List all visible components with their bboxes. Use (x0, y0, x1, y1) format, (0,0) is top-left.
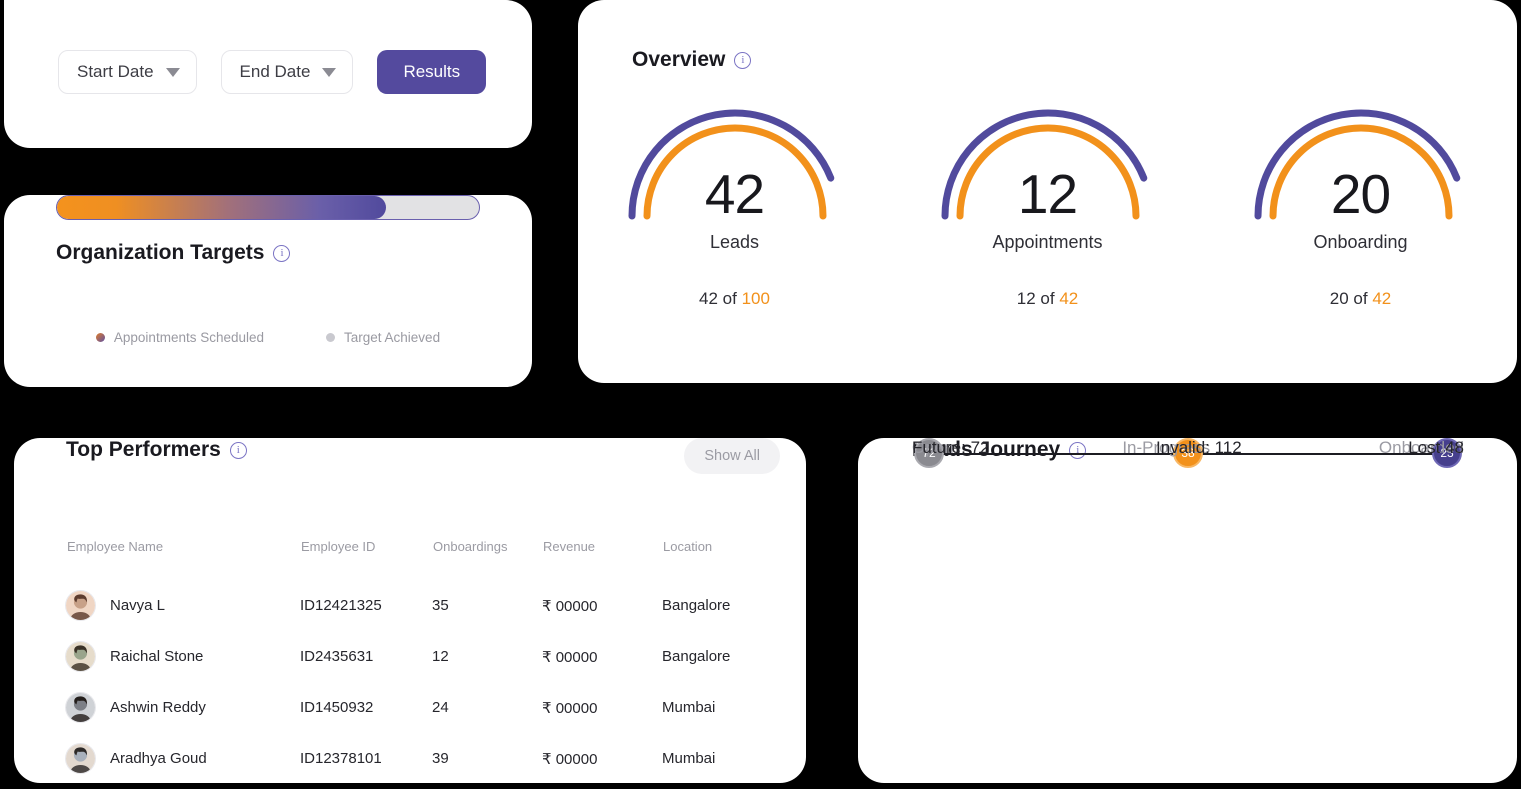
cell-location: Bangalore (662, 648, 731, 665)
avatar (66, 693, 95, 722)
cell-revenue: ₹ 00000 (542, 750, 598, 768)
employee-name-text: Aradhya Goud (110, 750, 207, 767)
legend-label: Target Achieved (344, 330, 441, 345)
employee-name-text: Raichal Stone (110, 648, 204, 665)
start-date-label: Start Date (77, 62, 154, 81)
results-button[interactable]: Results (377, 50, 487, 94)
chevron-down-icon (322, 67, 337, 77)
filter-row: Start Date End Date Results (4, 0, 532, 94)
stat-invalid: Invalid: 112 (1156, 438, 1242, 457)
employee-name-text: Navya L (110, 597, 166, 614)
gauge-ratio-total: 42 (1059, 289, 1079, 308)
organization-targets-progress-bar[interactable] (56, 195, 480, 220)
cell-revenue: ₹ 00000 (542, 699, 598, 717)
cell-employee-id: ID12378101 (300, 750, 382, 767)
gauge-ratio: 42 of 100 (699, 289, 770, 309)
column-header-employee-name: Employee Name (67, 539, 164, 554)
gauge-leads: 42 Leads 42 of 100 (578, 98, 891, 309)
column-header-onboardings: Onboardings (433, 539, 508, 554)
gauge-arc-wrapper: 42 (617, 98, 853, 222)
legend-item-appointments-scheduled: Appointments Scheduled (95, 330, 265, 345)
gauge-ratio-total: 42 (1372, 289, 1392, 308)
cell-employee-id: ID2435631 (300, 648, 374, 665)
end-date-label: End Date (239, 62, 311, 81)
legend-label: Appointments Scheduled (113, 330, 265, 345)
cell-revenue: ₹ 00000 (542, 597, 598, 615)
overview-gauges: 42 Leads 42 of 100 12 Appointments 12 of… (578, 98, 1517, 309)
title-text: Organization Targets (56, 241, 265, 264)
overview-title: Overview i (632, 48, 752, 72)
gauge-value: 42 (704, 163, 765, 225)
cell-employee-name: Navya L (66, 580, 300, 631)
gauge-ratio: 20 of 42 (1330, 289, 1391, 309)
top-performers-table: Employee Name Employee ID Onboardings Re… (66, 538, 776, 784)
legend-item-target-achieved: Target Achieved (326, 330, 440, 345)
gauge-label: Leads (709, 232, 760, 252)
filter-card: Start Date End Date Results (4, 0, 532, 148)
progress-fill (57, 196, 387, 219)
organization-targets-card: Organization Targets i Appointments Sche… (4, 195, 532, 387)
cell-employee-id: ID12421325 (300, 597, 382, 614)
gauge-value: 20 (1330, 163, 1391, 225)
gauge-ratio-prefix: 20 of (1329, 289, 1373, 308)
cell-onboardings: 35 (432, 597, 449, 614)
journey-stats: Future: 72 Invalid: 112 Lost 48 (912, 438, 1464, 458)
cell-revenue: ₹ 00000 (542, 648, 598, 666)
info-icon[interactable]: i (229, 441, 247, 459)
targets-legend: Appointments Scheduled Target Achieved (56, 330, 480, 345)
avatar (66, 642, 95, 671)
info-icon[interactable]: i (273, 244, 291, 262)
start-date-picker[interactable]: Start Date (58, 50, 197, 94)
overview-card: Overview i 42 Leads 42 of 100 12 Appoint… (578, 0, 1517, 383)
column-header-location: Location (663, 539, 713, 554)
avatar (66, 591, 95, 620)
title-text: Overview (632, 48, 726, 71)
cell-employee-id: ID1450932 (300, 699, 374, 716)
employee-name-text: Ashwin Reddy (110, 699, 206, 716)
cell-employee-name: Raichal Stone (66, 631, 300, 682)
gauge-label: Appointments (992, 232, 1103, 252)
show-all-button[interactable]: Show All (684, 438, 780, 474)
chevron-down-icon (165, 67, 180, 77)
table-row[interactable]: Ashwin Reddy ID1450932 24 ₹ 00000 Mumbai (66, 682, 776, 733)
table-row[interactable]: Navya L ID12421325 35 ₹ 00000 Bangalore (66, 580, 776, 631)
stat-future: Future: 72 (912, 438, 990, 457)
cell-onboardings: 12 (432, 648, 449, 665)
legend-dot-icon (95, 333, 105, 342)
column-header-revenue: Revenue (543, 539, 596, 554)
end-date-picker[interactable]: End Date (220, 50, 354, 94)
gauge-appointments: 12 Appointments 12 of 42 (891, 98, 1204, 309)
leads-journey-card: Leads Journey i 72 38 23 Open In-Progres… (858, 438, 1517, 783)
avatar (66, 744, 95, 773)
cell-location: Mumbai (662, 750, 716, 767)
cell-employee-name: Ashwin Reddy (66, 682, 300, 733)
info-icon[interactable]: i (734, 51, 752, 69)
top-performers-card: Top Performers i Show All Employee Name … (14, 438, 806, 783)
stat-lost: Lost 48 (1408, 438, 1464, 457)
top-performers-title: Top Performers i (66, 438, 247, 462)
cell-onboardings: 24 (432, 699, 449, 716)
gauge-arc-wrapper: 12 (930, 98, 1166, 222)
gauge-ratio-prefix: 12 of (1016, 289, 1060, 308)
cell-employee-name: Aradhya Goud (66, 733, 300, 784)
cell-location: Mumbai (662, 699, 716, 716)
gauge-ratio-total: 100 (741, 289, 770, 308)
column-header-employee-id: Employee ID (301, 539, 376, 554)
legend-dot-icon (326, 333, 336, 342)
gauge-value: 12 (1017, 163, 1078, 225)
gauge-ratio-prefix: 42 of (699, 289, 742, 308)
cell-onboardings: 39 (432, 750, 449, 767)
table-row[interactable]: Raichal Stone ID2435631 12 ₹ 00000 Bangalore (66, 631, 776, 682)
cell-location: Bangalore (662, 597, 731, 614)
gauge-arc-wrapper: 20 (1243, 98, 1479, 222)
gauge-label: Onboarding (1313, 232, 1408, 252)
gauge-ratio: 12 of 42 (1017, 289, 1078, 309)
table-header-row: Employee Name Employee ID Onboardings Re… (66, 538, 776, 580)
title-text: Top Performers (66, 438, 221, 461)
organization-targets-title: Organization Targets i (56, 241, 291, 265)
table-row[interactable]: Aradhya Goud ID12378101 39 ₹ 00000 Mumbai (66, 733, 776, 784)
gauge-onboarding: 20 Onboarding 20 of 42 (1204, 98, 1517, 309)
